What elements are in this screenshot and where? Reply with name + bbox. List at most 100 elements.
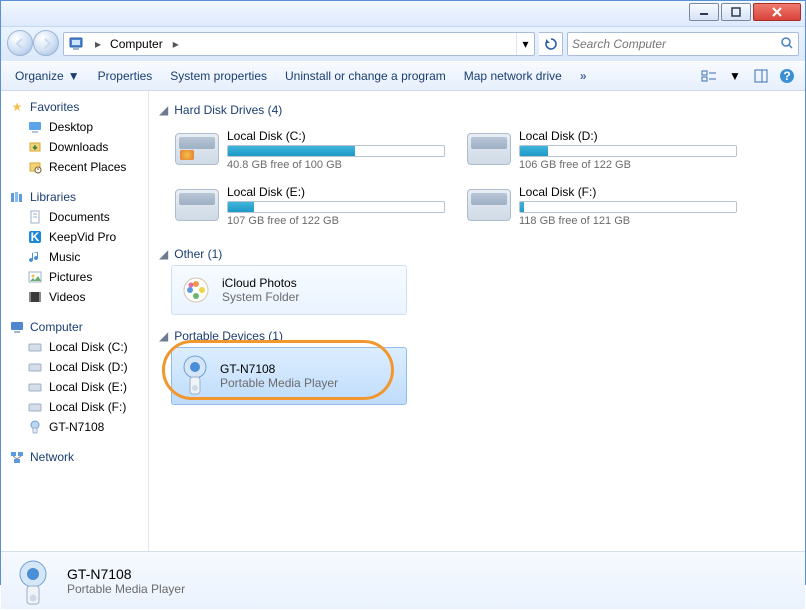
help-button[interactable]: ? bbox=[775, 65, 799, 87]
refresh-button[interactable] bbox=[539, 32, 563, 56]
close-button[interactable] bbox=[753, 3, 801, 21]
address-dropdown[interactable]: ▾ bbox=[516, 33, 534, 55]
sidebar-item-locale[interactable]: Local Disk (E:) bbox=[1, 377, 148, 397]
drive-info: 40.8 GB free of 100 GB bbox=[227, 159, 445, 171]
drive-name: Local Disk (C:) bbox=[227, 129, 445, 143]
pictures-label: Pictures bbox=[49, 270, 92, 284]
sidebar-item-localc[interactable]: Local Disk (C:) bbox=[1, 337, 148, 357]
downloads-label: Downloads bbox=[49, 140, 108, 154]
drive-info: 107 GB free of 122 GB bbox=[227, 215, 445, 227]
icloud-photos-icon bbox=[178, 272, 214, 308]
main-pane: ◢ Hard Disk Drives (4) Local Disk (C:) 40… bbox=[149, 91, 805, 551]
sidebar-item-localf[interactable]: Local Disk (F:) bbox=[1, 397, 148, 417]
drive-icon bbox=[27, 379, 43, 395]
sidebar-item-downloads[interactable]: Downloads bbox=[1, 137, 148, 157]
other-sub: System Folder bbox=[222, 290, 299, 304]
network-header[interactable]: Network bbox=[1, 447, 148, 467]
breadcrumb-computer[interactable]: Computer bbox=[106, 37, 168, 51]
group-portable-label: Portable Devices (1) bbox=[174, 329, 283, 343]
computer-header[interactable]: Computer bbox=[1, 317, 148, 337]
other-icloud[interactable]: iCloud Photos System Folder bbox=[171, 265, 407, 315]
pictures-icon bbox=[27, 269, 43, 285]
desktop-icon bbox=[27, 119, 43, 135]
group-hdd[interactable]: ◢ Hard Disk Drives (4) bbox=[153, 99, 801, 121]
hdd-icon bbox=[467, 129, 511, 169]
group-other[interactable]: ◢ Other (1) bbox=[153, 243, 801, 265]
uninstall-button[interactable]: Uninstall or change a program bbox=[277, 65, 454, 87]
map-drive-button[interactable]: Map network drive bbox=[456, 65, 570, 87]
drive-icon bbox=[27, 359, 43, 375]
forward-button[interactable] bbox=[33, 30, 59, 56]
libraries-label: Libraries bbox=[30, 190, 76, 204]
drive-item[interactable]: Local Disk (E:) 107 GB free of 122 GB bbox=[171, 181, 449, 231]
sidebar-item-desktop[interactable]: Desktop bbox=[1, 117, 148, 137]
drive-name: Local Disk (E:) bbox=[227, 185, 445, 199]
keepvid-label: KeepVid Pro bbox=[49, 230, 116, 244]
sidebar-item-videos[interactable]: Videos bbox=[1, 287, 148, 307]
preview-pane-button[interactable] bbox=[749, 65, 773, 87]
music-icon bbox=[27, 249, 43, 265]
breadcrumb-arrow[interactable]: ▸ bbox=[168, 37, 184, 51]
nav-buttons bbox=[7, 30, 59, 58]
computer-icon bbox=[68, 35, 86, 53]
usage-bar bbox=[519, 201, 737, 213]
organize-button[interactable]: Organize ▼ bbox=[7, 65, 88, 87]
collapse-icon: ◢ bbox=[159, 103, 168, 117]
drive-item[interactable]: Local Disk (D:) 106 GB free of 122 GB bbox=[463, 125, 741, 175]
locald-label: Local Disk (D:) bbox=[49, 360, 128, 374]
localc-label: Local Disk (C:) bbox=[49, 340, 128, 354]
computer-label: Computer bbox=[30, 320, 83, 334]
sidebar-item-music[interactable]: Music bbox=[1, 247, 148, 267]
network-icon bbox=[9, 449, 25, 465]
favorites-label: Favorites bbox=[30, 100, 79, 114]
address-row: ▸ Computer ▸ ▾ bbox=[1, 27, 805, 61]
navigation-pane: ★Favorites Desktop Downloads Recent Plac… bbox=[1, 91, 149, 551]
locale-label: Local Disk (E:) bbox=[49, 380, 127, 394]
sidebar-item-documents[interactable]: Documents bbox=[1, 207, 148, 227]
sidebar-item-keepvid[interactable]: K KeepVid Pro bbox=[1, 227, 148, 247]
group-portable[interactable]: ◢Portable Devices (1) bbox=[153, 325, 801, 347]
other-name: iCloud Photos bbox=[222, 276, 299, 290]
drive-name: Local Disk (F:) bbox=[519, 185, 737, 199]
details-title: GT-N7108 bbox=[67, 566, 185, 582]
toolbar-overflow[interactable]: » bbox=[572, 65, 592, 87]
search-box[interactable] bbox=[567, 32, 799, 56]
localf-label: Local Disk (F:) bbox=[49, 400, 126, 414]
downloads-icon bbox=[27, 139, 43, 155]
sidebar-item-recent[interactable]: Recent Places bbox=[1, 157, 148, 177]
network-label: Network bbox=[30, 450, 74, 464]
address-bar[interactable]: ▸ Computer ▸ ▾ bbox=[63, 32, 535, 56]
maximize-button[interactable] bbox=[721, 3, 751, 21]
portable-device[interactable]: GT-N7108 Portable Media Player bbox=[171, 347, 407, 405]
search-icon bbox=[780, 36, 794, 53]
sidebar-item-gt[interactable]: GT-N7108 bbox=[1, 417, 148, 437]
drive-info: 118 GB free of 121 GB bbox=[519, 215, 737, 227]
search-input[interactable] bbox=[572, 37, 780, 51]
view-dropdown[interactable]: ▼ bbox=[723, 65, 747, 87]
collapse-icon: ◢ bbox=[159, 247, 168, 261]
breadcrumb-root-arrow[interactable]: ▸ bbox=[90, 37, 106, 51]
libraries-header[interactable]: Libraries bbox=[1, 187, 148, 207]
sidebar-item-locald[interactable]: Local Disk (D:) bbox=[1, 357, 148, 377]
properties-button[interactable]: Properties bbox=[90, 65, 161, 87]
minimize-button[interactable] bbox=[689, 3, 719, 21]
sidebar-item-pictures[interactable]: Pictures bbox=[1, 267, 148, 287]
drive-info: 106 GB free of 122 GB bbox=[519, 159, 737, 171]
computer-icon bbox=[9, 319, 25, 335]
portable-name: GT-N7108 bbox=[220, 362, 338, 376]
documents-label: Documents bbox=[49, 210, 110, 224]
view-mode-button[interactable] bbox=[697, 65, 721, 87]
portable-sub: Portable Media Player bbox=[220, 376, 338, 390]
svg-text:K: K bbox=[31, 230, 40, 244]
recent-icon bbox=[27, 159, 43, 175]
drive-item[interactable]: Local Disk (F:) 118 GB free of 121 GB bbox=[463, 181, 741, 231]
favorites-header[interactable]: ★Favorites bbox=[1, 97, 148, 117]
svg-text:?: ? bbox=[783, 69, 790, 83]
group-other-label: Other (1) bbox=[174, 247, 222, 261]
system-properties-button[interactable]: System properties bbox=[162, 65, 275, 87]
back-button[interactable] bbox=[7, 30, 33, 56]
usage-bar bbox=[227, 201, 445, 213]
music-label: Music bbox=[49, 250, 80, 264]
group-hdd-label: Hard Disk Drives (4) bbox=[174, 103, 282, 117]
drive-item[interactable]: Local Disk (C:) 40.8 GB free of 100 GB bbox=[171, 125, 449, 175]
